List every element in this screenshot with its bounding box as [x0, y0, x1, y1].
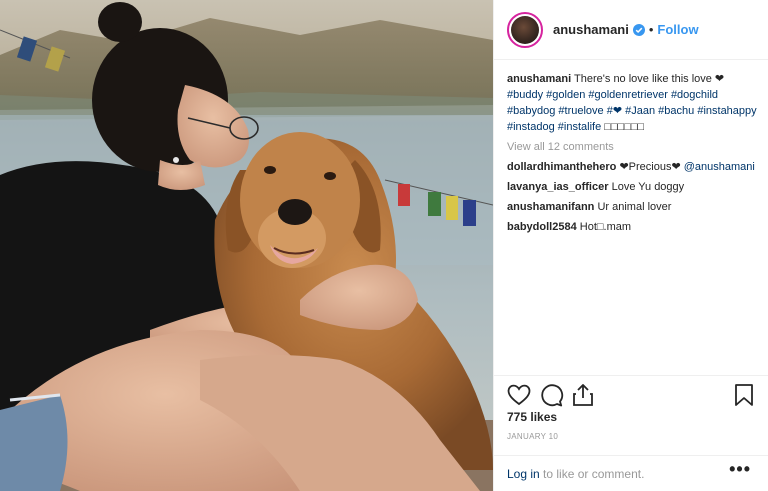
hashtag-link[interactable]: #instadog [507, 121, 555, 133]
action-bar [494, 375, 768, 413]
caption-author[interactable]: anushamani [507, 73, 571, 85]
separator-dot: • [648, 22, 654, 37]
caption: anushamani There's no love like this lov… [507, 71, 757, 135]
hashtag-link[interactable]: #instalife [558, 121, 601, 133]
comment-bubble-icon[interactable] [538, 382, 564, 408]
more-options-icon[interactable]: ••• [729, 459, 751, 480]
comment-author[interactable]: lavanya_ias_officer [507, 181, 609, 193]
caption-text: There's no love like this love ❤ [574, 73, 725, 85]
post-header: anushamani • Follow [494, 0, 768, 60]
hashtag-link[interactable]: #golden [546, 89, 585, 101]
hashtag-link[interactable]: #buddy [507, 89, 543, 101]
post-date: JANUARY 10 [507, 432, 559, 441]
comment-item: dollardhimanthehero ❤Precious❤ @anushama… [507, 159, 757, 175]
mention-link[interactable]: @anushamani [684, 161, 755, 173]
comment-item: babydoll2584 Hot□.mam [507, 219, 757, 235]
login-link[interactable]: Log in [507, 467, 540, 481]
post-photo[interactable] [0, 0, 493, 491]
hashtag-link[interactable]: #dogchild [671, 89, 718, 101]
comment-text: Ur animal lover [597, 201, 672, 213]
hashtag-link[interactable]: #❤ [607, 105, 622, 117]
heart-icon[interactable] [506, 382, 532, 408]
likes-count[interactable]: 775 likes [507, 410, 557, 424]
comments-section: anushamani There's no love like this lov… [507, 71, 757, 235]
caption-trailing-glyphs: □□□□□□ [604, 121, 645, 133]
hashtag-link[interactable]: #goldenretriever [588, 89, 668, 101]
comment-text: Love Yu doggy [611, 181, 685, 193]
hashtag-link[interactable]: #bachu [658, 105, 694, 117]
author-username[interactable]: anushamani [553, 22, 629, 37]
share-icon[interactable] [570, 382, 596, 408]
verified-badge-icon [632, 23, 645, 36]
photo-woman-kissing-golden-retriever [0, 0, 493, 491]
hashtag-link[interactable]: #babydog [507, 105, 555, 117]
comment-item: lavanya_ias_officer Love Yu doggy [507, 179, 757, 195]
avatar[interactable] [507, 11, 543, 48]
login-prompt: Log in to like or comment. [507, 467, 644, 481]
comment-author[interactable]: anushamanifann [507, 201, 594, 213]
hashtag-link[interactable]: #truelove [558, 105, 603, 117]
comment-text: Hot□.mam [579, 221, 632, 233]
comment-author[interactable]: dollardhimanthehero [507, 161, 616, 173]
avatar-image [511, 15, 539, 44]
comment-text: ❤Precious❤ [619, 161, 681, 173]
instagram-post: anushamani • Follow anushamani There's n… [0, 0, 768, 491]
hashtag-link[interactable]: #Jaan [625, 105, 655, 117]
login-prompt-text: to like or comment. [539, 467, 645, 481]
follow-button[interactable]: Follow [657, 22, 698, 37]
comment-author[interactable]: babydoll2584 [507, 221, 577, 233]
bookmark-icon[interactable] [731, 382, 757, 408]
post-side-panel: anushamani • Follow anushamani There's n… [493, 0, 768, 491]
comment-item: anushamanifann Ur animal lover [507, 199, 757, 215]
post-footer: Log in to like or comment. ••• [494, 455, 768, 491]
hashtag-link[interactable]: #instahappy [697, 105, 756, 117]
view-all-comments-link[interactable]: View all 12 comments [507, 139, 757, 155]
